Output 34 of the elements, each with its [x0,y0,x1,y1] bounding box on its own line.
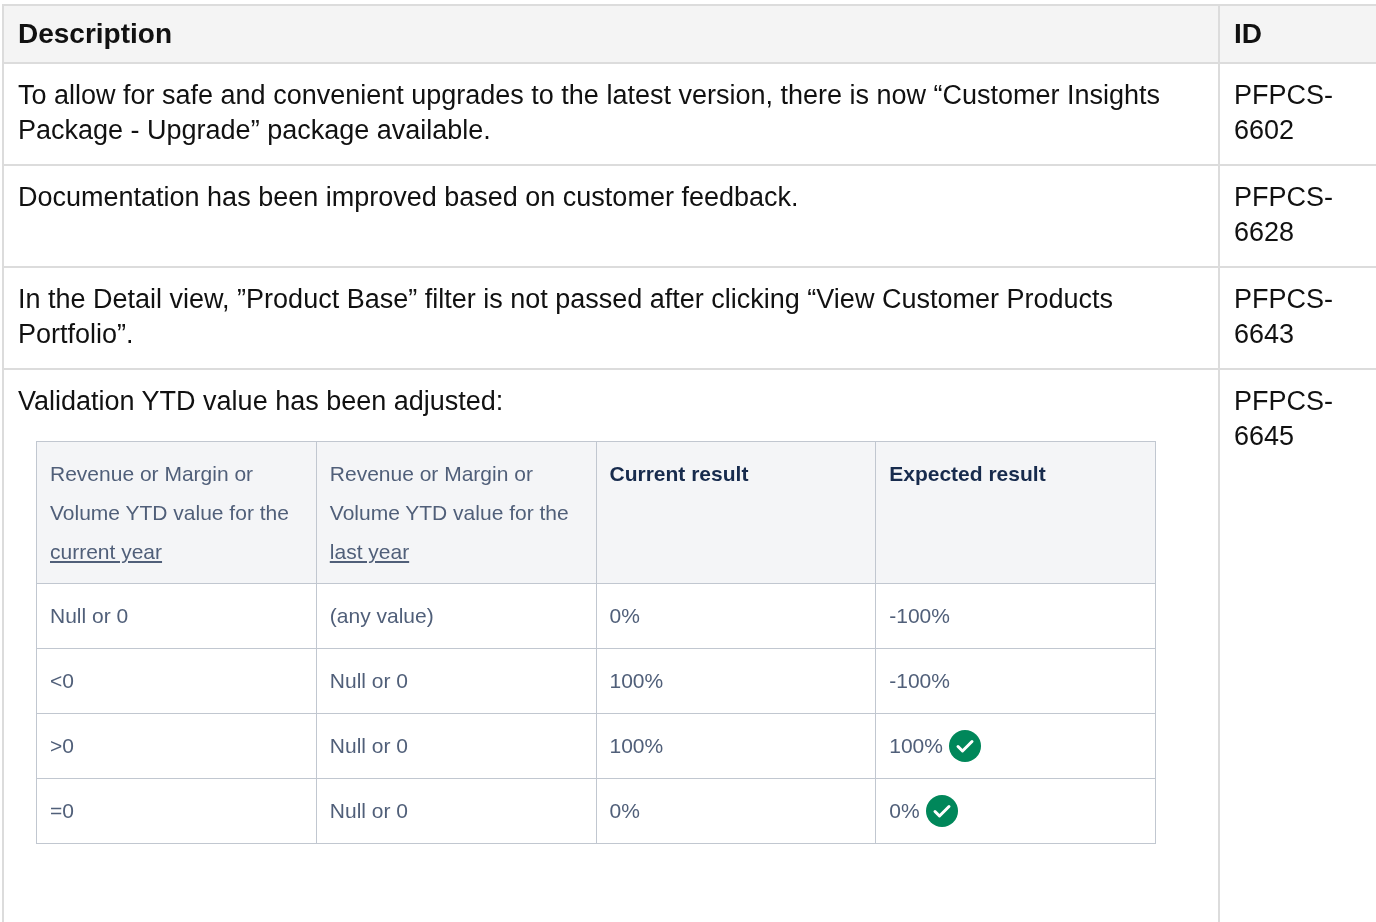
table-cell: 100% [609,669,664,693]
table-cell: >0 [50,734,74,758]
column-header: Expected result [889,461,1047,487]
id-text: PFPCS-6643 [1234,283,1334,351]
column-header: Description [4,6,1220,64]
table-cell: Null or 0 [329,669,408,693]
check-icon [925,795,958,827]
table-cell: <0 [50,669,74,693]
table-cell: 100% [889,734,943,758]
column-header: Revenue or Margin or Volume YTD value for the current year [50,461,290,565]
table-cell: 0% [889,799,920,823]
column-header: Current result [609,461,750,487]
table-cell: (any value) [329,604,434,628]
description-text: To allow for safe and convenient upgrades to the latest version, there is now “Customer Insights Package - Upgrade” package available. [18,79,1162,147]
check-icon [948,730,981,762]
table-cell: 100% [609,734,664,758]
table-cell: -100% [889,604,950,628]
id-text: PFPCS-6628 [1234,181,1334,249]
id-text: PFPCS-6602 [1234,79,1334,147]
table-cell: -100% [889,669,950,693]
table-cell: 0% [609,799,640,823]
table-cell: Null or 0 [329,799,408,823]
column-header: Revenue or Margin or Volume YTD value for the last year [329,461,570,565]
id-text: PFPCS-6645 [1234,385,1334,453]
column-header: ID [1220,6,1376,64]
description-text: In the Detail view, ”Product Base” filter is not passed after clicking “View Customer Products Portfolio”. [18,283,1114,351]
table-cell: 0% [609,604,640,628]
table-cell: =0 [50,799,74,823]
table-cell: Null or 0 [50,604,129,628]
link[interactable]: last year [329,540,410,563]
link[interactable]: current year [50,540,163,563]
description-text: Validation YTD value has been adjusted: [18,385,505,418]
description-text: Documentation has been improved based on customer feedback. [18,181,800,214]
table-cell: Null or 0 [329,734,408,758]
